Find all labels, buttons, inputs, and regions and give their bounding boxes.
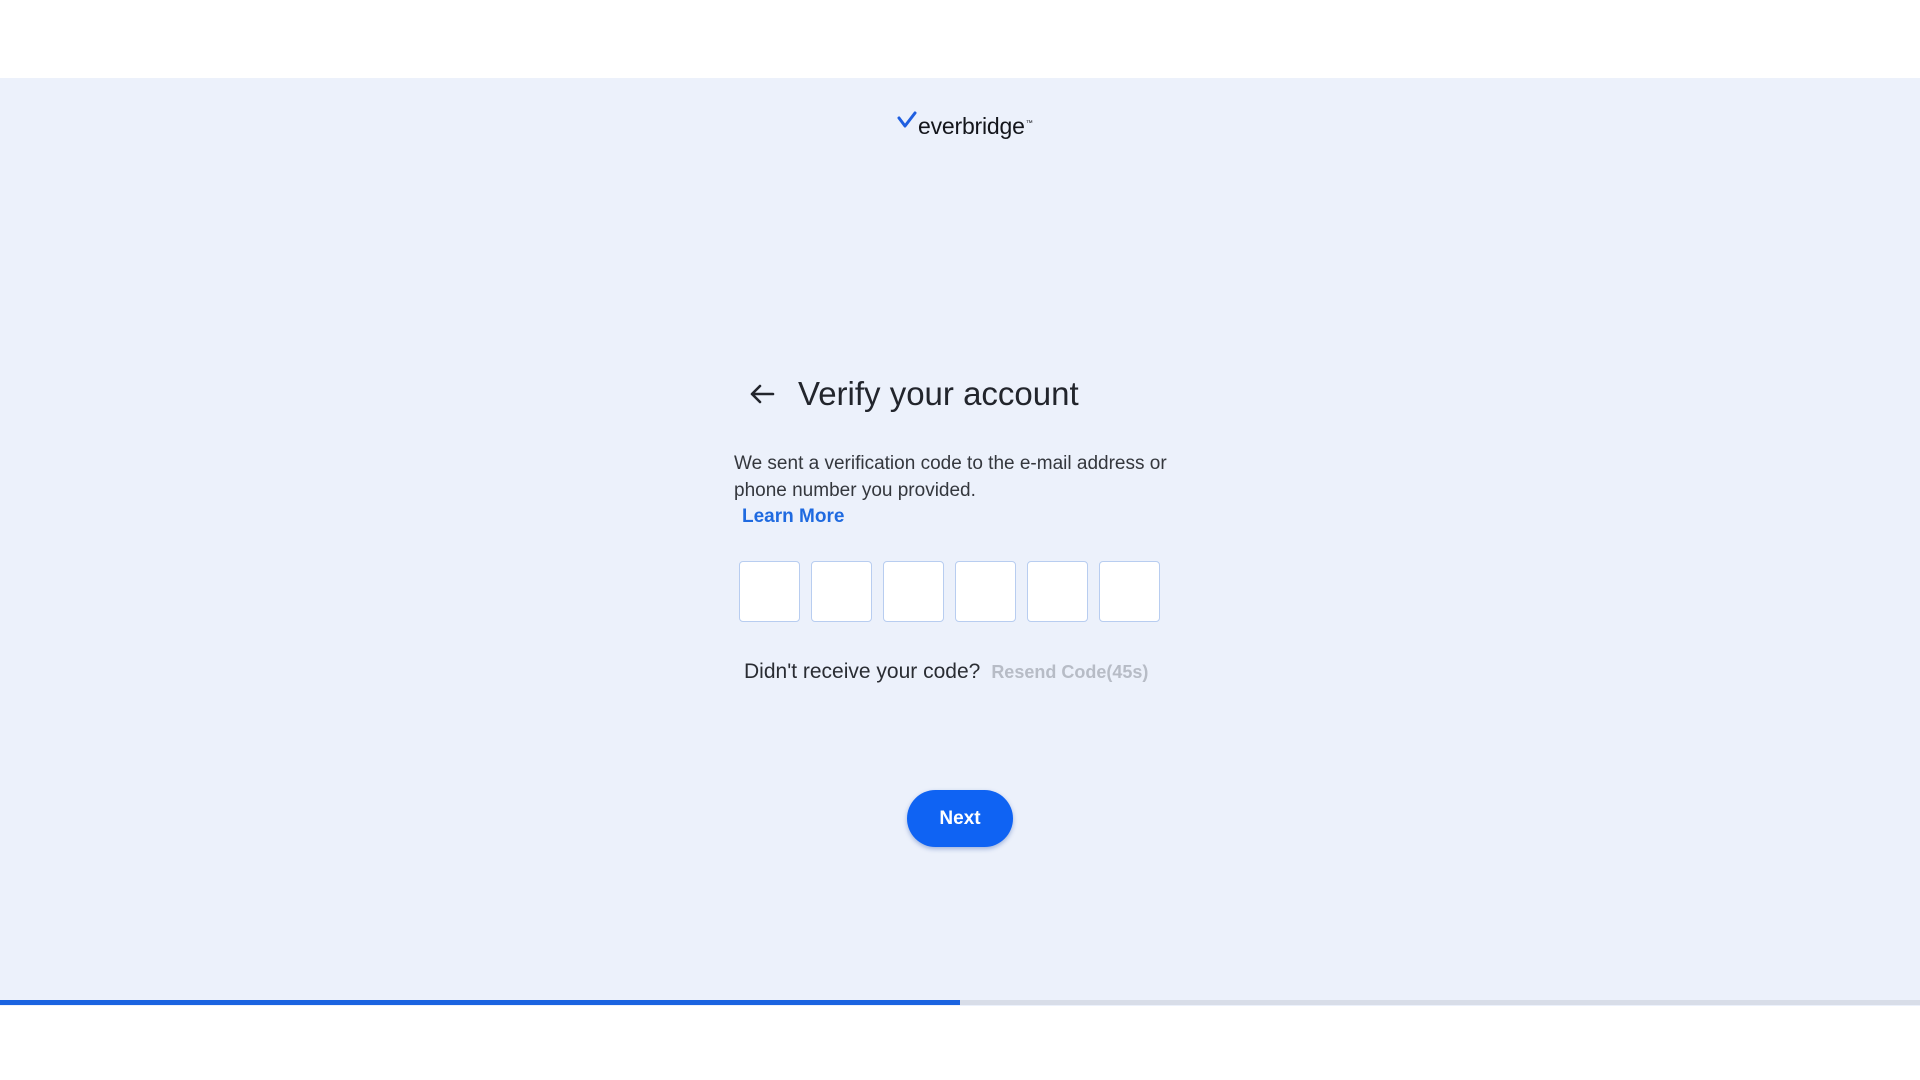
code-digit-4[interactable] xyxy=(955,561,1016,622)
logo-text: everbridge xyxy=(918,112,1025,139)
code-digit-2[interactable] xyxy=(811,561,872,622)
learn-more-link[interactable]: Learn More xyxy=(742,506,844,528)
resend-row: Didn't receive your code? Resend Code(45… xyxy=(744,660,1204,684)
progress-bar xyxy=(0,1000,1920,1005)
verify-card: Verify your account We sent a verificati… xyxy=(734,368,1204,684)
code-digit-6[interactable] xyxy=(1099,561,1160,622)
resend-code-link[interactable]: Resend Code(45s) xyxy=(991,662,1148,683)
code-digit-5[interactable] xyxy=(1027,561,1088,622)
progress-bar-fill xyxy=(0,1000,960,1005)
code-digit-1[interactable] xyxy=(739,561,800,622)
login-background: everbridge ™ Verify your account We sent… xyxy=(0,78,1920,1006)
page-title: Verify your account xyxy=(798,375,1079,412)
back-button[interactable] xyxy=(742,374,782,414)
resend-question: Didn't receive your code? xyxy=(744,660,981,683)
code-digit-3[interactable] xyxy=(883,561,944,622)
title-row: Verify your account xyxy=(734,368,1204,420)
verification-code-inputs xyxy=(739,561,1204,622)
logo-trademark: ™ xyxy=(1025,119,1033,127)
everbridge-logo: everbridge ™ xyxy=(897,106,1033,146)
next-button[interactable]: Next xyxy=(907,790,1013,847)
checkmark-logo-icon xyxy=(897,111,917,128)
verification-description: We sent a verification code to the e-mai… xyxy=(734,453,1167,501)
arrow-left-icon xyxy=(750,384,775,404)
